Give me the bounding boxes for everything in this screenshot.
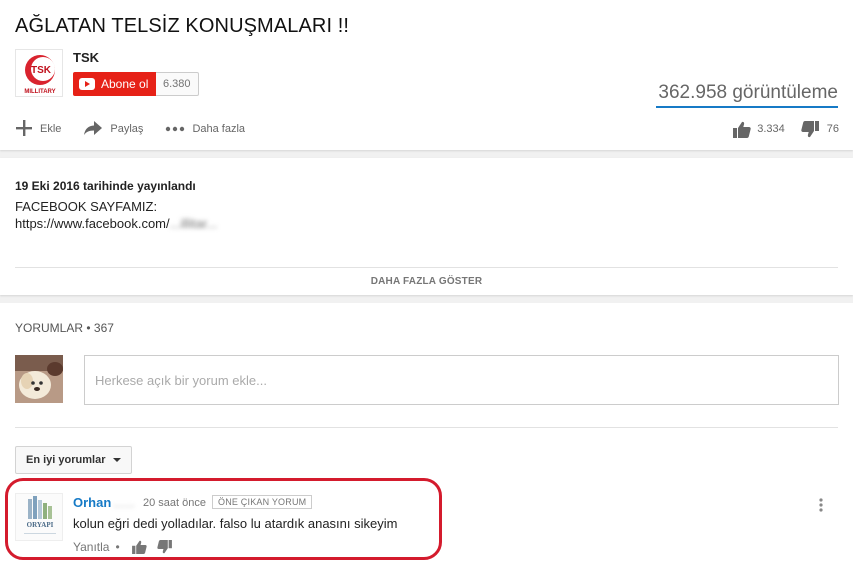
add-to-button[interactable]: Ekle xyxy=(15,119,61,140)
channel-avatar-text: TSK xyxy=(31,65,52,76)
video-title: AĞLATAN TELSİZ KONUŞMALARI !! xyxy=(15,15,350,37)
current-user-avatar xyxy=(15,355,63,403)
comment-author[interactable]: Orhan xyxy=(73,495,111,510)
more-horizontal-icon xyxy=(165,123,185,135)
description-line: FACEBOOK SAYFAMIZ: xyxy=(15,199,158,214)
video-header: AĞLATAN TELSİZ KONUŞMALARI !! TSK MILLIT… xyxy=(0,0,853,150)
comment-avatar-text: ORYAPI xyxy=(27,521,54,529)
reply-button[interactable]: Yanıtla xyxy=(73,540,109,554)
featured-comment-badge: ÖNE ÇIKAN YORUM xyxy=(212,495,313,509)
comments-header-separator: • xyxy=(83,321,94,335)
thumbs-up-icon xyxy=(733,121,751,138)
sort-comments-dropdown[interactable]: En iyi yorumlar xyxy=(15,446,133,474)
comment-item: ORYAPI Orhan ...... 20 saat önce ÖNE ÇIK… xyxy=(0,488,853,562)
share-button[interactable]: Paylaş xyxy=(83,120,143,139)
like-count: 3.334 xyxy=(757,123,785,135)
caret-down-icon xyxy=(113,458,122,462)
add-to-label: Ekle xyxy=(40,123,62,135)
comments-header-label: YORUMLAR xyxy=(15,321,84,335)
comment-input[interactable] xyxy=(84,355,839,405)
dislike-button[interactable]: 76 xyxy=(801,120,839,138)
comment-text: kolun eğri dedi yolladılar. falso lu ata… xyxy=(73,516,398,531)
comment-actions: Yanıtla • xyxy=(73,539,172,555)
rating-bar: 3.334 76 xyxy=(733,118,839,140)
subscriber-count: 6.380 xyxy=(156,72,199,96)
action-bar: Ekle Paylaş Daha fazla xyxy=(15,118,267,140)
separator-dot: • xyxy=(115,540,120,554)
subscribe-button[interactable]: Abone ol xyxy=(73,72,157,96)
comment-timestamp[interactable]: 20 saat önce xyxy=(143,497,206,509)
share-label: Paylaş xyxy=(110,123,144,135)
thumbs-down-icon xyxy=(801,120,819,137)
dislike-count: 76 xyxy=(826,123,839,135)
thumbs-up-icon xyxy=(131,540,147,554)
comment-author-obscured: ...... xyxy=(113,495,135,510)
description-url: https://www.facebook.com/ xyxy=(15,216,170,231)
description-panel: 19 Eki 2016 tarihinde yayınlandı FACEBOO… xyxy=(0,158,853,295)
divider xyxy=(15,267,838,268)
plus-icon xyxy=(15,119,33,140)
channel-avatar-subtext: MILLITARY xyxy=(24,89,55,95)
comment-dislike-button[interactable] xyxy=(157,540,172,554)
view-count: 362.958 görüntüleme xyxy=(658,82,838,103)
more-actions-button[interactable]: Daha fazla xyxy=(165,123,245,135)
publish-date: 19 Eki 2016 tarihinde yayınlandı xyxy=(15,179,196,193)
show-more-button[interactable]: DAHA FAZLA GÖSTER xyxy=(0,276,853,287)
comment-author-avatar[interactable]: ORYAPI xyxy=(15,493,63,541)
subscribe-label: Abone ol xyxy=(101,77,149,91)
channel-avatar[interactable]: TSK MILLITARY xyxy=(15,49,63,97)
description-link[interactable]: https://www.facebook.com/...illitar... xyxy=(15,216,217,231)
comments-header: YORUMLAR • 367 xyxy=(15,321,114,335)
like-button[interactable]: 3.334 xyxy=(733,121,785,138)
youtube-logo-icon xyxy=(79,78,95,90)
more-vertical-icon xyxy=(819,498,823,512)
sort-label: En iyi yorumlar xyxy=(26,454,106,466)
comment-like-button[interactable] xyxy=(131,540,147,554)
description-url-obscured: ...illitar... xyxy=(169,216,218,231)
comments-count: 367 xyxy=(93,321,114,335)
divider xyxy=(15,427,838,428)
sentiment-bar xyxy=(656,106,838,108)
share-arrow-icon xyxy=(83,120,103,139)
more-actions-label: Daha fazla xyxy=(192,123,246,135)
comments-section: YORUMLAR • 367 En iyi yorumlar xyxy=(0,303,853,562)
channel-name[interactable]: TSK xyxy=(73,50,99,65)
thumbs-down-icon xyxy=(157,540,172,554)
comment-menu-button[interactable] xyxy=(819,498,823,517)
